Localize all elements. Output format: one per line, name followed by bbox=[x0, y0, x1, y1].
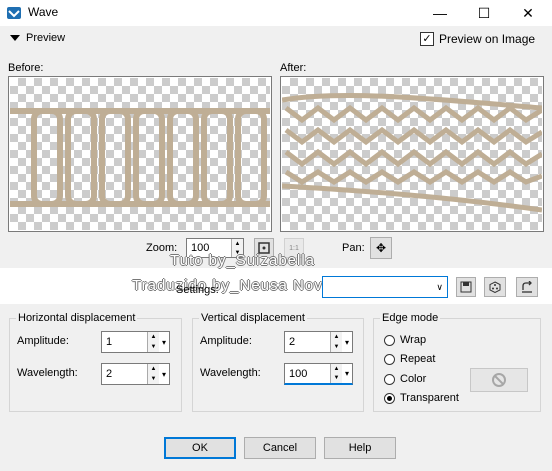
after-label: After: bbox=[280, 62, 307, 74]
help-button[interactable]: Help bbox=[324, 437, 396, 459]
dropdown-arrow-icon[interactable]: ▾ bbox=[159, 370, 169, 379]
h-amplitude-spinner[interactable]: ▲ ▼ bbox=[147, 332, 159, 352]
cancel-button[interactable]: Cancel bbox=[244, 437, 316, 459]
minimize-icon: — bbox=[433, 5, 447, 21]
app-icon bbox=[7, 7, 21, 19]
chevron-down-icon: ∨ bbox=[436, 281, 443, 292]
edge-group-title: Edge mode bbox=[380, 312, 441, 324]
dice-icon bbox=[489, 281, 501, 293]
preview-on-image-checkbox[interactable]: ✓ Preview on Image bbox=[420, 32, 535, 46]
v-amplitude-label: Amplitude: bbox=[200, 335, 252, 347]
horizontal-displacement-group: Horizontal displacement Amplitude: 1 ▲ ▼ … bbox=[9, 312, 182, 412]
preview-toggle[interactable]: Preview bbox=[10, 32, 65, 44]
settings-dropdown[interactable]: ∨ bbox=[322, 276, 448, 298]
collapse-triangle-icon bbox=[10, 35, 20, 41]
before-label: Before: bbox=[8, 62, 44, 74]
close-button[interactable]: ✕ bbox=[506, 0, 550, 26]
dropdown-arrow-icon[interactable]: ▾ bbox=[159, 338, 169, 347]
actual-size-icon: 1:1 bbox=[289, 244, 299, 252]
v-wavelength-spinner[interactable]: ▲ ▼ bbox=[330, 364, 342, 383]
spin-up-icon: ▲ bbox=[232, 239, 243, 248]
v-wavelength-input[interactable]: 100 ▲ ▼ ▾ bbox=[284, 363, 353, 385]
randomize-button[interactable] bbox=[484, 277, 506, 297]
h-wavelength-input[interactable]: 2 ▲ ▼ ▾ bbox=[101, 363, 170, 385]
after-preview bbox=[280, 76, 544, 232]
after-preview-image bbox=[282, 92, 542, 213]
ok-button[interactable]: OK bbox=[164, 437, 236, 459]
edge-option-label: Repeat bbox=[400, 353, 436, 365]
save-preset-button[interactable] bbox=[456, 277, 476, 297]
minimize-button[interactable]: — bbox=[418, 0, 462, 26]
title-bar: Wave — ☐ ✕ bbox=[0, 0, 552, 26]
radio-icon bbox=[384, 373, 395, 385]
radio-icon bbox=[384, 334, 395, 346]
ok-label: OK bbox=[192, 442, 208, 454]
horizontal-group-title: Horizontal displacement bbox=[16, 312, 138, 324]
cancel-label: Cancel bbox=[262, 442, 298, 454]
v-wavelength-label: Wavelength: bbox=[200, 367, 261, 379]
h-amplitude-value: 1 bbox=[106, 336, 113, 348]
reset-button[interactable] bbox=[516, 277, 538, 297]
maximize-icon: ☐ bbox=[477, 4, 491, 21]
edge-option-label: Wrap bbox=[400, 334, 427, 346]
edge-option-color[interactable]: Color bbox=[384, 373, 426, 385]
help-label: Help bbox=[348, 442, 372, 454]
vertical-group-title: Vertical displacement bbox=[199, 312, 307, 324]
checkbox-box: ✓ bbox=[420, 32, 434, 46]
vertical-displacement-group: Vertical displacement Amplitude: 2 ▲ ▼ ▾ … bbox=[192, 312, 364, 412]
move-arrows-icon: ✥ bbox=[375, 241, 387, 255]
pan-label: Pan: bbox=[342, 242, 365, 254]
maximize-button[interactable]: ☐ bbox=[462, 0, 506, 26]
h-wavelength-spinner[interactable]: ▲ ▼ bbox=[147, 364, 159, 384]
pan-button[interactable]: ✥ bbox=[370, 237, 392, 259]
edge-color-swatch[interactable] bbox=[470, 368, 528, 392]
h-amplitude-input[interactable]: 1 ▲ ▼ ▾ bbox=[101, 331, 170, 353]
edge-option-wrap[interactable]: Wrap bbox=[384, 334, 426, 346]
window-title: Wave bbox=[28, 5, 59, 19]
watermark-line-1: Tuto by_Suizabella bbox=[170, 252, 316, 269]
v-amplitude-value: 2 bbox=[289, 336, 296, 348]
v-amplitude-spinner[interactable]: ▲ ▼ bbox=[330, 332, 342, 352]
h-wavelength-value: 2 bbox=[106, 368, 113, 380]
dropdown-arrow-icon[interactable]: ▾ bbox=[342, 338, 352, 347]
dropdown-arrow-icon[interactable]: ▾ bbox=[342, 369, 352, 378]
edge-mode-group: Edge mode Wrap Repeat Color Transparent bbox=[373, 312, 541, 412]
before-preview bbox=[8, 76, 272, 232]
radio-icon bbox=[384, 353, 395, 365]
reset-icon bbox=[522, 281, 532, 293]
edge-option-transparent[interactable]: Transparent bbox=[384, 392, 459, 404]
h-wavelength-label: Wavelength: bbox=[17, 367, 78, 379]
preview-on-image-label: Preview on Image bbox=[439, 32, 536, 46]
before-preview-image bbox=[10, 108, 270, 207]
edge-option-label: Transparent bbox=[400, 392, 459, 404]
save-icon bbox=[460, 281, 472, 293]
v-amplitude-input[interactable]: 2 ▲ ▼ ▾ bbox=[284, 331, 353, 353]
no-color-icon bbox=[492, 373, 506, 387]
edge-option-label: Color bbox=[400, 373, 427, 385]
h-amplitude-label: Amplitude: bbox=[17, 335, 69, 347]
radio-icon-selected bbox=[384, 392, 395, 404]
v-wavelength-value: 100 bbox=[289, 367, 308, 380]
edge-option-repeat[interactable]: Repeat bbox=[384, 353, 435, 365]
preview-toggle-label: Preview bbox=[26, 32, 66, 44]
watermark-line-2: Traduzido by_Neusa Novaes bbox=[132, 277, 350, 294]
close-icon: ✕ bbox=[522, 4, 534, 21]
settings-label: Settings: bbox=[176, 284, 219, 296]
